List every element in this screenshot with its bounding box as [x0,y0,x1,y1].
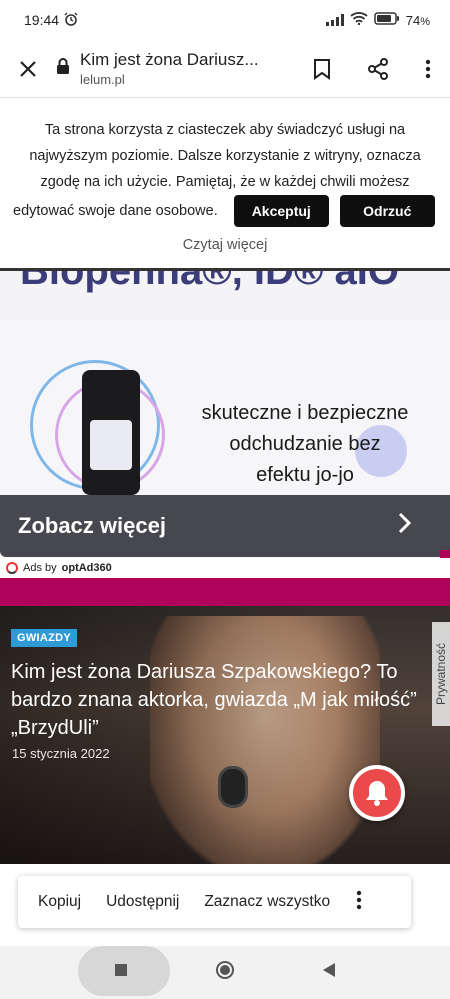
ad-accent [440,550,450,558]
battery-icon [374,12,400,28]
select-all-button[interactable]: Zaznacz wszystko [204,893,330,911]
clock: 19:44 [24,12,60,28]
share-icon[interactable] [350,41,406,97]
ads-network-name: optAd360 [61,562,112,574]
url-bar[interactable]: Kim jest żona Dariusz... lelum.pl [56,50,294,87]
home-icon[interactable] [215,960,235,985]
ad-banner[interactable]: skuteczne i bezpieczne odchudzanie bez e… [0,320,450,558]
browser-toolbar: Kim jest żona Dariusz... lelum.pl [0,40,450,98]
optad-logo-icon [6,562,18,574]
refuse-cookies-button[interactable]: Odrzuć [339,195,435,227]
text-selection-menu: Kopiuj Udostępnij Zaznacz wszystko [18,876,411,928]
ad-slogan: skuteczne i bezpieczne odchudzanie bez e… [180,398,430,491]
cookie-text-4: edytować swoje dane osobowe. [13,203,218,219]
article-date: 15 stycznia 2022 [12,746,110,761]
partial-heading-text: Biopenna®, ID® aIO [20,268,399,293]
bookmark-icon[interactable] [294,41,350,97]
back-icon[interactable] [322,962,336,983]
ad-slogan-line: efektu jo-jo [256,464,354,486]
wifi-icon [350,12,368,28]
article-headline[interactable]: Kim jest żona Dariusza Szpakowskiego? To… [11,658,431,742]
ads-by-text: Ads by [23,562,57,574]
cookie-text-2: najwyższym poziomie. Dalsze korzystanie … [29,148,421,164]
section-divider [0,578,450,606]
page-domain: lelum.pl [80,72,125,87]
share-button[interactable]: Udostępnij [106,893,179,911]
bell-icon [366,781,388,806]
copy-button[interactable]: Kopiuj [38,893,81,911]
battery-level: 74 [405,12,421,28]
article-hero[interactable]: GWIAZDY Kim jest żona Dariusza Szpakowsk… [0,606,450,864]
battery-unit: % [420,15,430,28]
cookie-text-1: Ta strona korzysta z ciasteczek aby świa… [44,122,406,138]
status-bar: 19:44 74% [0,0,450,40]
see-more-button[interactable]: Zobacz więcej [0,495,450,557]
chevron-right-icon [398,512,412,540]
signal-icon [325,14,344,26]
accept-cookies-button[interactable]: Akceptuj [233,195,329,227]
see-more-label: Zobacz więcej [18,513,166,538]
category-tag[interactable]: GWIAZDY [11,629,78,647]
cookie-banner: Ta strona korzysta z ciasteczek aby świa… [0,99,450,267]
more-vert-icon[interactable] [406,41,450,97]
ad-slogan-line: skuteczne i bezpieczne [201,402,409,424]
close-icon[interactable] [0,41,56,97]
more-vert-icon[interactable] [356,890,362,915]
notification-bell-button[interactable] [349,765,405,821]
partial-heading: Biopenna®, ID® aIO [0,268,450,320]
cookie-text-3: zgodę na ich użycie. Pamiętaj, że w każd… [40,174,410,190]
ad-slogan-line: odchudzanie bez [229,433,381,455]
system-nav-bar [0,946,450,999]
page-title: Kim jest żona Dariusz... [80,50,259,69]
privacy-label: Prywatność [434,642,448,706]
recents-icon[interactable] [114,963,128,982]
ads-by-label[interactable]: Ads by optAd360 [0,558,450,578]
privacy-tab[interactable]: Prywatność [432,622,450,726]
alarm-icon [64,12,78,29]
lock-icon [56,58,70,79]
read-more-link[interactable]: Czytaj więcej [0,232,450,258]
product-label [90,420,132,470]
